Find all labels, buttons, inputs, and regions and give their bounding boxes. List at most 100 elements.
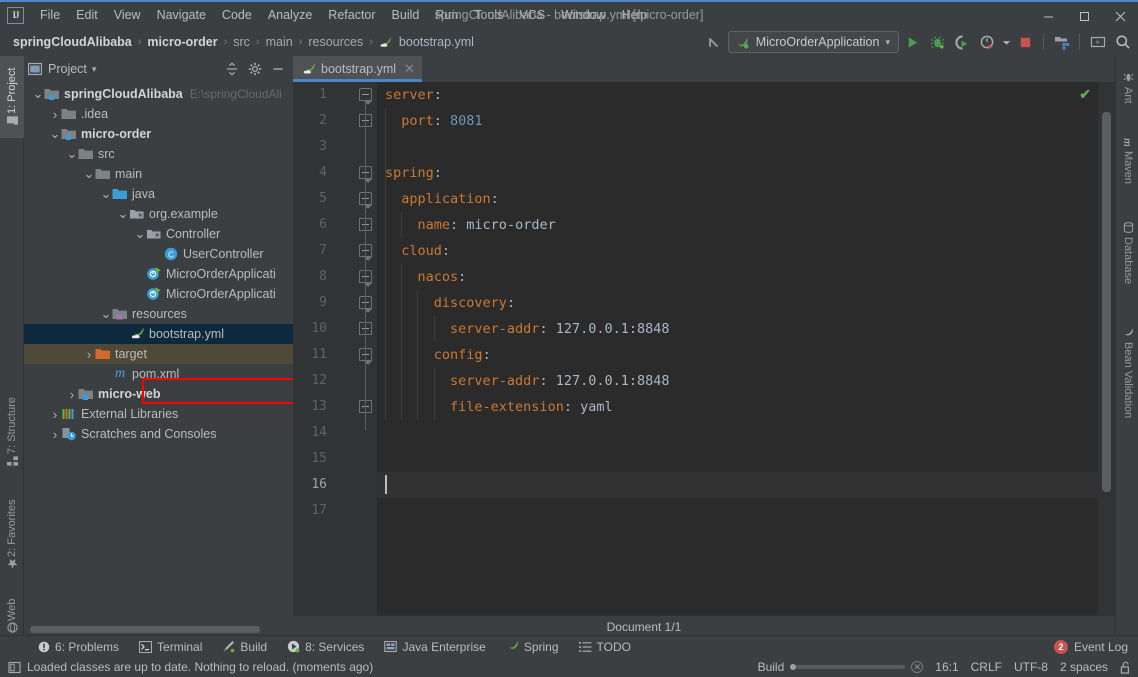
chevron-down-icon[interactable]: ⌄ xyxy=(100,307,112,320)
tool-button-java-enterprise[interactable]: Java Enterprise xyxy=(374,638,495,656)
tree-item-main[interactable]: ⌄ main xyxy=(24,164,293,184)
chevron-down-icon[interactable]: ⌄ xyxy=(32,87,44,100)
code-line[interactable]: cloud: xyxy=(377,238,1115,264)
code-line[interactable]: application: xyxy=(377,186,1115,212)
inspection-ok-icon[interactable]: ✔ xyxy=(1079,86,1091,103)
chevron-right-icon[interactable]: › xyxy=(49,407,61,422)
tree-item-microorderapplicati[interactable]: MicroOrderApplicati xyxy=(24,264,293,284)
breadcrumb-item-src[interactable]: src xyxy=(230,33,253,51)
tree-item-micro-order[interactable]: ⌄ micro-order xyxy=(24,124,293,144)
code-line[interactable]: port: 8081 xyxy=(377,108,1115,134)
code-line[interactable]: discovery: xyxy=(377,290,1115,316)
breadcrumb-item-resources[interactable]: resources xyxy=(305,33,366,51)
code-line[interactable] xyxy=(377,472,1115,498)
minimize-button[interactable] xyxy=(1030,2,1066,30)
sidebar-item-structure[interactable]: 7: Structure xyxy=(0,386,24,478)
code-line[interactable]: spring: xyxy=(377,160,1115,186)
code-line[interactable]: server-addr: 127.0.0.1:8848 xyxy=(377,368,1115,394)
tree-item-external-libraries[interactable]: › External Libraries xyxy=(24,404,293,424)
menu-item-view[interactable]: View xyxy=(106,5,149,25)
breadcrumb-item-springcloudalibaba[interactable]: springCloudAlibaba xyxy=(10,33,135,51)
tree-item-target[interactable]: › target xyxy=(24,344,293,364)
profiler-dropdown-icon[interactable] xyxy=(1001,31,1012,54)
show-in-window-icon[interactable] xyxy=(1086,31,1109,54)
run-icon[interactable] xyxy=(901,31,924,54)
chevron-down-icon[interactable]: ⌄ xyxy=(134,227,146,240)
settings-gear-icon[interactable] xyxy=(244,58,266,80)
chevron-right-icon[interactable]: › xyxy=(49,427,61,442)
code-line[interactable] xyxy=(377,446,1115,472)
chevron-down-icon[interactable]: ⌄ xyxy=(66,147,78,160)
debug-icon[interactable] xyxy=(926,31,949,54)
tool-button-terminal[interactable]: Terminal xyxy=(129,638,212,656)
tool-button-todo[interactable]: TODO xyxy=(569,638,641,656)
tree-item-bootstrap.yml[interactable]: bootstrap.yml xyxy=(24,324,293,344)
tree-item-.idea[interactable]: › .idea xyxy=(24,104,293,124)
unlocked-icon[interactable] xyxy=(1120,661,1132,674)
tree-item-usercontroller[interactable]: C UserController xyxy=(24,244,293,264)
project-structure-icon[interactable] xyxy=(1050,31,1073,54)
scrollbar-thumb[interactable] xyxy=(30,626,260,633)
tree-item-pom.xml[interactable]: m pom.xml xyxy=(24,364,293,384)
sidebar-item-maven[interactable]: m Maven xyxy=(1116,124,1138,198)
sidebar-item-project[interactable]: 1: Project xyxy=(0,56,24,138)
tree-item-micro-web[interactable]: › micro-web xyxy=(24,384,293,404)
menu-item-analyze[interactable]: Analyze xyxy=(260,5,320,25)
code-line[interactable] xyxy=(377,498,1115,524)
code-line[interactable]: config: xyxy=(377,342,1115,368)
collapse-all-icon[interactable] xyxy=(221,58,243,80)
maximize-button[interactable] xyxy=(1066,2,1102,30)
code-editor[interactable]: 1 2 3 4 5 6 7 8 9 10 11 12 13 14 15 16 17 server: port: … xyxy=(293,82,1115,615)
project-tree[interactable]: ⌄ springCloudAlibaba E:\springCloudAli › .id… xyxy=(24,82,293,622)
code-line[interactable]: name: micro-order xyxy=(377,212,1115,238)
sidebar-item-favorites[interactable]: 2: Favorites xyxy=(0,486,24,582)
tree-item-java[interactable]: ⌄ java xyxy=(24,184,293,204)
chevron-down-icon[interactable]: ⌄ xyxy=(117,207,129,220)
run-configuration-selector[interactable]: MicroOrderApplication ▾ xyxy=(727,31,899,53)
tool-button-build[interactable]: Build xyxy=(212,638,277,656)
menu-item-navigate[interactable]: Navigate xyxy=(149,5,214,25)
run-with-coverage-icon[interactable] xyxy=(951,31,974,54)
tool-button-services[interactable]: 8: Services xyxy=(277,638,374,656)
chevron-down-icon[interactable]: ⌄ xyxy=(83,167,95,180)
tree-item-org.example[interactable]: ⌄ org.example xyxy=(24,204,293,224)
editor-text[interactable]: server: port: 8081 spring: application: n… xyxy=(377,82,1115,615)
tree-item-src[interactable]: ⌄ src xyxy=(24,144,293,164)
chevron-right-icon[interactable]: › xyxy=(83,347,95,362)
event-log-button[interactable]: 2 Event Log xyxy=(1053,639,1138,654)
chevron-right-icon[interactable]: › xyxy=(66,387,78,402)
sidebar-item-ant[interactable]: Ant xyxy=(1116,62,1138,114)
hide-panel-icon[interactable] xyxy=(267,58,289,80)
tree-item-scratches-and-consoles[interactable]: › Scratches and Consoles xyxy=(24,424,293,444)
code-line[interactable]: nacos: xyxy=(377,264,1115,290)
line-separator[interactable]: CRLF xyxy=(971,660,1002,674)
breadcrumb-item-micro-order[interactable]: micro-order xyxy=(144,33,220,51)
search-everywhere-icon[interactable] xyxy=(1111,31,1134,54)
tree-item-springcloudalibaba[interactable]: ⌄ springCloudAlibaba E:\springCloudAli xyxy=(24,84,293,104)
stop-icon[interactable] xyxy=(1014,31,1037,54)
chevron-right-icon[interactable]: › xyxy=(49,107,61,122)
menu-item-build[interactable]: Build xyxy=(384,5,428,25)
indent-setting[interactable]: 2 spaces xyxy=(1060,660,1108,674)
sidebar-item-web[interactable]: Web xyxy=(0,592,24,640)
code-line[interactable]: file-extension: yaml xyxy=(377,394,1115,420)
editor-gutter[interactable]: 1 2 3 4 5 6 7 8 9 10 11 12 13 14 15 16 17 xyxy=(293,82,377,615)
chevron-down-icon[interactable]: ⌄ xyxy=(49,127,61,140)
code-line[interactable] xyxy=(377,134,1115,160)
tree-item-controller[interactable]: ⌄ Controller xyxy=(24,224,293,244)
tool-button-problems[interactable]: 6: Problems xyxy=(28,638,129,656)
close-icon[interactable]: ✕ xyxy=(404,61,415,77)
code-line[interactable] xyxy=(377,420,1115,446)
notification-icon[interactable] xyxy=(8,661,21,674)
back-arrow-icon[interactable] xyxy=(703,31,726,54)
close-button[interactable] xyxy=(1102,2,1138,30)
sidebar-item-database[interactable]: Database xyxy=(1116,208,1138,298)
code-line[interactable]: server-addr: 127.0.0.1:8848 xyxy=(377,316,1115,342)
tree-item-microorderapplicati[interactable]: MicroOrderApplicati xyxy=(24,284,293,304)
menu-item-edit[interactable]: Edit xyxy=(68,5,106,25)
tab-bootstrap-yml[interactable]: bootstrap.yml ✕ xyxy=(293,56,422,82)
breadcrumb-item-main[interactable]: main xyxy=(263,33,296,51)
editor-vscrollbar-thumb[interactable] xyxy=(1102,112,1111,492)
chevron-down-icon[interactable]: ⌄ xyxy=(100,187,112,200)
tree-item-resources[interactable]: ⌄ resources xyxy=(24,304,293,324)
